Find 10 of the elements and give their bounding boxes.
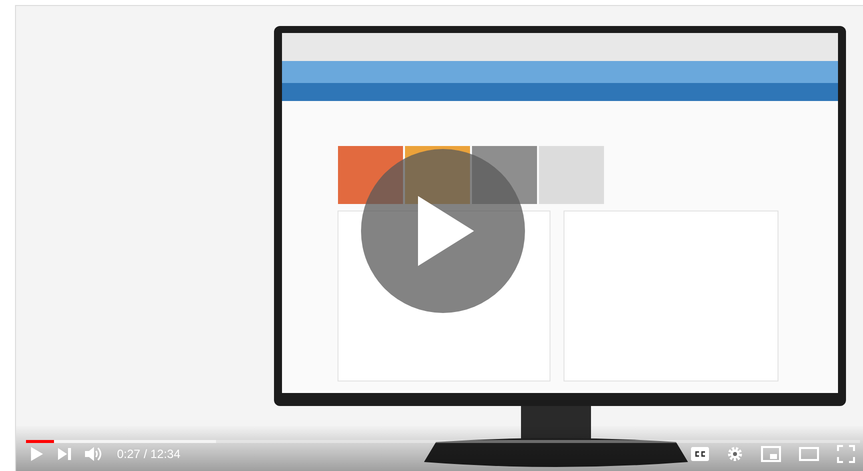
captions-icon[interactable]	[691, 447, 709, 461]
time-display: 0:27 / 12:34	[117, 446, 180, 463]
play-icon[interactable]	[30, 446, 44, 462]
miniplayer-icon[interactable]	[761, 446, 781, 462]
fullscreen-icon[interactable]	[837, 445, 855, 463]
volume-icon[interactable]	[85, 446, 103, 462]
progress-bar[interactable]	[26, 440, 860, 443]
next-icon[interactable]	[58, 448, 71, 460]
theater-icon[interactable]	[799, 447, 819, 461]
settings-icon[interactable]	[727, 446, 743, 462]
